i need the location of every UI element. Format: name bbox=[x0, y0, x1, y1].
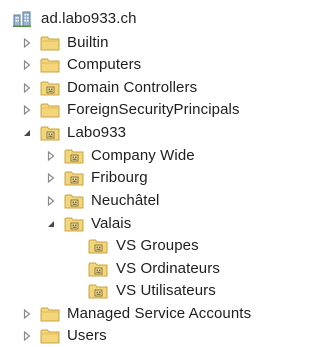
tree-node-vs-ordinateurs[interactable]: VS Ordinateurs bbox=[88, 258, 220, 280]
organizational-unit-icon bbox=[88, 260, 108, 278]
organizational-unit-icon bbox=[40, 79, 60, 97]
tree-node-valais[interactable]: Valais bbox=[46, 213, 131, 235]
expand-arrow-icon[interactable] bbox=[22, 60, 32, 70]
tree-node-label: Users bbox=[67, 327, 107, 344]
tree-node-label: Managed Service Accounts bbox=[67, 305, 252, 322]
expand-arrow-icon[interactable] bbox=[46, 196, 56, 206]
tree-node-foreign-security-principals[interactable]: ForeignSecurityPrincipals bbox=[22, 99, 240, 121]
organizational-unit-icon bbox=[40, 124, 60, 142]
expand-arrow-icon[interactable] bbox=[22, 309, 32, 319]
folder-icon bbox=[40, 56, 60, 74]
tree-node-label: Valais bbox=[91, 215, 132, 232]
tree-node-label: VS Ordinateurs bbox=[116, 260, 220, 277]
tree-node-domain-controllers[interactable]: Domain Controllers bbox=[22, 77, 197, 99]
tree-node-label: Company Wide bbox=[91, 147, 195, 164]
tree-node-label: Labo933 bbox=[67, 124, 127, 141]
expand-arrow-icon[interactable] bbox=[22, 38, 32, 48]
organizational-unit-icon bbox=[64, 215, 84, 233]
tree-node-managed-service-accounts[interactable]: Managed Service Accounts bbox=[22, 303, 251, 325]
tree-node-fribourg[interactable]: Fribourg bbox=[46, 167, 148, 189]
tree-node-vs-groupes[interactable]: VS Groupes bbox=[88, 235, 199, 257]
organizational-unit-icon bbox=[64, 192, 84, 210]
tree-node-root[interactable]: ad.labo933.ch bbox=[12, 8, 137, 30]
collapse-arrow-icon[interactable] bbox=[22, 128, 32, 138]
expand-arrow-icon[interactable] bbox=[46, 151, 56, 161]
tree-node-labo933[interactable]: Labo933 bbox=[22, 122, 126, 144]
organizational-unit-icon bbox=[88, 237, 108, 255]
organizational-unit-icon bbox=[64, 147, 84, 165]
collapse-arrow-icon[interactable] bbox=[46, 219, 56, 229]
tree-node-label: VS Groupes bbox=[116, 237, 199, 254]
tree-node-vs-utilisateurs[interactable]: VS Utilisateurs bbox=[88, 280, 216, 302]
folder-icon bbox=[40, 305, 60, 323]
domain-icon bbox=[12, 10, 32, 28]
expand-arrow-icon[interactable] bbox=[22, 105, 32, 115]
tree-node-builtin[interactable]: Builtin bbox=[22, 32, 109, 54]
organizational-unit-icon bbox=[64, 169, 84, 187]
expand-arrow-icon[interactable] bbox=[22, 83, 32, 93]
tree-node-computers[interactable]: Computers bbox=[22, 54, 141, 76]
tree-node-label: Builtin bbox=[67, 34, 109, 51]
tree-node-label: Fribourg bbox=[91, 169, 148, 186]
tree-node-company-wide[interactable]: Company Wide bbox=[46, 145, 195, 167]
tree-node-users[interactable]: Users bbox=[22, 325, 107, 347]
folder-icon bbox=[40, 34, 60, 52]
expand-arrow-icon[interactable] bbox=[22, 331, 32, 341]
tree-node-label: VS Utilisateurs bbox=[116, 282, 216, 299]
tree-node-label: Neuchâtel bbox=[91, 192, 160, 209]
tree-node-label: ad.labo933.ch bbox=[41, 10, 137, 27]
folder-icon bbox=[40, 101, 60, 119]
folder-icon bbox=[40, 327, 60, 345]
tree-node-label: ForeignSecurityPrincipals bbox=[67, 101, 240, 118]
organizational-unit-icon bbox=[88, 282, 108, 300]
tree-node-label: Computers bbox=[67, 56, 142, 73]
ad-tree-view: ad.labo933.ch Builtin Computers Domain C… bbox=[0, 0, 268, 344]
tree-node-neuchatel[interactable]: Neuchâtel bbox=[46, 190, 159, 212]
expand-arrow-icon[interactable] bbox=[46, 173, 56, 183]
tree-node-label: Domain Controllers bbox=[67, 79, 198, 96]
